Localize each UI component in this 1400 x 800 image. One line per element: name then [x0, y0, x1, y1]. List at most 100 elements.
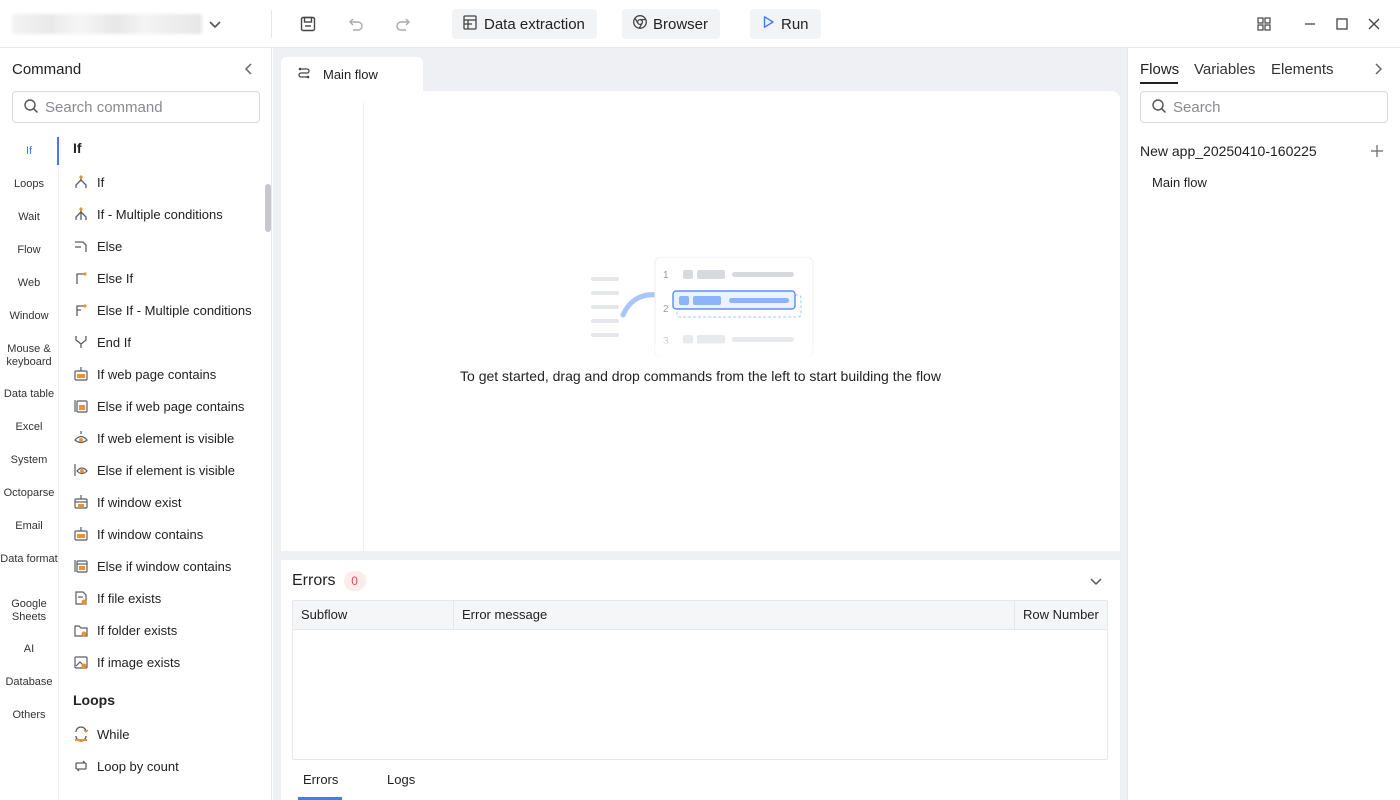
chrome-icon: [632, 14, 648, 34]
command-item[interactable]: Else If: [73, 266, 133, 290]
category-database[interactable]: Database: [0, 676, 58, 689]
close-icon[interactable]: [1364, 14, 1384, 34]
tab-flows[interactable]: Flows: [1140, 61, 1179, 78]
command-item-label: Else If - Multiple conditions: [97, 302, 252, 318]
flows-search-box[interactable]: [1140, 91, 1388, 123]
column-subflow[interactable]: Subflow: [293, 601, 453, 629]
command-panel: Command If Loops Wait Flow Web Window Mouse & …: [0, 48, 272, 800]
command-item-label: If web page contains: [97, 366, 217, 382]
search-icon: [1151, 98, 1167, 117]
command-item[interactable]: If window exist: [73, 490, 182, 514]
chevron-down-icon[interactable]: [1087, 572, 1105, 590]
errors-header: Errors 0: [292, 571, 366, 591]
chevron-left-icon[interactable]: [240, 60, 258, 78]
branch-icon: [73, 174, 89, 190]
command-item-label: If file exists: [97, 590, 162, 606]
command-item-label: While: [97, 726, 130, 742]
tab-errors[interactable]: Errors: [303, 772, 338, 787]
command-item[interactable]: If file exists: [73, 586, 161, 610]
data-extraction-button[interactable]: Data extraction: [452, 9, 597, 39]
command-item-label: Else if window contains: [97, 558, 232, 574]
flow-canvas[interactable]: 1 2 3 To get started, drag and drop comm…: [281, 91, 1120, 551]
command-item[interactable]: If web page contains: [73, 362, 216, 386]
category-ai[interactable]: AI: [0, 643, 58, 656]
command-item-label: Else if web page contains: [97, 398, 245, 414]
category-window[interactable]: Window: [0, 310, 58, 323]
loop-count-icon: [73, 758, 89, 774]
category-loops[interactable]: Loops: [0, 178, 58, 191]
save-icon[interactable]: [296, 12, 320, 36]
file-exists-icon: [73, 590, 89, 606]
flows-panel: Flows Variables Elements New app_2025041…: [1127, 48, 1400, 800]
command-search-box[interactable]: [12, 91, 260, 123]
command-item-label: If window contains: [97, 526, 204, 542]
errors-title: Errors: [292, 572, 336, 589]
command-item[interactable]: End If: [73, 330, 131, 354]
else-web-page-contains-icon: [73, 398, 89, 414]
command-item[interactable]: If - Multiple conditions: [73, 202, 223, 226]
plus-icon[interactable]: [1368, 142, 1386, 160]
category-email[interactable]: Email: [0, 520, 58, 533]
command-item[interactable]: Else if element is visible: [73, 458, 235, 482]
command-item-label: If folder exists: [97, 622, 178, 638]
command-item[interactable]: If window contains: [73, 522, 203, 546]
category-mouse-keyboard[interactable]: Mouse & keyboard: [0, 343, 58, 369]
category-wait[interactable]: Wait: [0, 211, 58, 224]
browser-button[interactable]: Browser: [622, 9, 721, 39]
run-button[interactable]: Run: [750, 9, 821, 39]
category-google-sheets[interactable]: Google Sheets: [0, 598, 58, 624]
play-icon: [760, 14, 776, 34]
command-search-input[interactable]: [45, 98, 245, 116]
category-data-format[interactable]: Data format: [0, 553, 58, 566]
else-if-icon: [73, 270, 89, 286]
column-error-message[interactable]: Error message: [453, 601, 1014, 629]
category-octoparse[interactable]: Octoparse: [0, 487, 58, 500]
command-item[interactable]: Else If - Multiple conditions: [73, 298, 252, 322]
tab-elements[interactable]: Elements: [1271, 61, 1334, 78]
flow-item-main[interactable]: Main flow: [1152, 175, 1207, 190]
top-toolbar: Data extraction Browser Run: [0, 0, 1400, 48]
else-if-multi-icon: [73, 302, 89, 318]
tab-main-flow[interactable]: Main flow: [281, 57, 423, 91]
search-icon: [23, 98, 39, 117]
category-web[interactable]: Web: [0, 277, 58, 290]
category-others[interactable]: Others: [0, 709, 58, 722]
category-list: If Loops Wait Flow Web Window Mouse & keyboard…: [0, 135, 59, 800]
multi-branch-icon: [73, 206, 89, 222]
minimize-icon[interactable]: [1300, 14, 1320, 34]
command-item-label: If image exists: [97, 654, 181, 670]
app-tree-root[interactable]: New app_20250410-160225: [1140, 143, 1317, 159]
command-item[interactable]: Else if window contains: [73, 554, 231, 578]
app-name-redacted[interactable]: [12, 14, 202, 34]
redo-icon[interactable]: [391, 12, 415, 36]
category-flow[interactable]: Flow: [0, 244, 58, 257]
maximize-icon[interactable]: [1332, 14, 1352, 34]
command-item[interactable]: Else if web page contains: [73, 394, 244, 418]
flows-search-input[interactable]: [1173, 98, 1373, 116]
command-item[interactable]: If image exists: [73, 650, 180, 674]
tab-variables[interactable]: Variables: [1194, 61, 1255, 78]
apps-grid-icon[interactable]: [1254, 14, 1274, 34]
category-system[interactable]: System: [0, 454, 58, 467]
category-if[interactable]: If: [0, 145, 58, 158]
command-item[interactable]: If folder exists: [73, 618, 177, 642]
flow-icon: [297, 66, 311, 83]
command-item[interactable]: If: [73, 170, 104, 194]
empty-state-message: To get started, drag and drop commands f…: [460, 368, 941, 384]
tab-logs[interactable]: Logs: [387, 772, 415, 787]
chevron-right-icon[interactable]: [1369, 60, 1387, 78]
undo-icon[interactable]: [344, 12, 368, 36]
command-item[interactable]: If web element is visible: [73, 426, 234, 450]
chevron-down-icon[interactable]: [205, 14, 225, 34]
tab-main-flow-label: Main flow: [323, 66, 378, 82]
command-item[interactable]: While: [73, 722, 130, 746]
empty-state-illustration: 1 2 3: [589, 256, 814, 358]
command-list-scrollbar[interactable]: [265, 184, 271, 232]
column-row-number[interactable]: Row Number: [1014, 601, 1107, 629]
command-item[interactable]: Loop by count: [73, 754, 179, 778]
flow-editor: Main flow 1 2 3 To get started, drag and…: [273, 48, 1127, 800]
category-data-table[interactable]: Data table: [0, 388, 58, 401]
command-item[interactable]: Else: [73, 234, 122, 258]
illustration-row-1: 1: [663, 270, 669, 281]
category-excel[interactable]: Excel: [0, 421, 58, 434]
